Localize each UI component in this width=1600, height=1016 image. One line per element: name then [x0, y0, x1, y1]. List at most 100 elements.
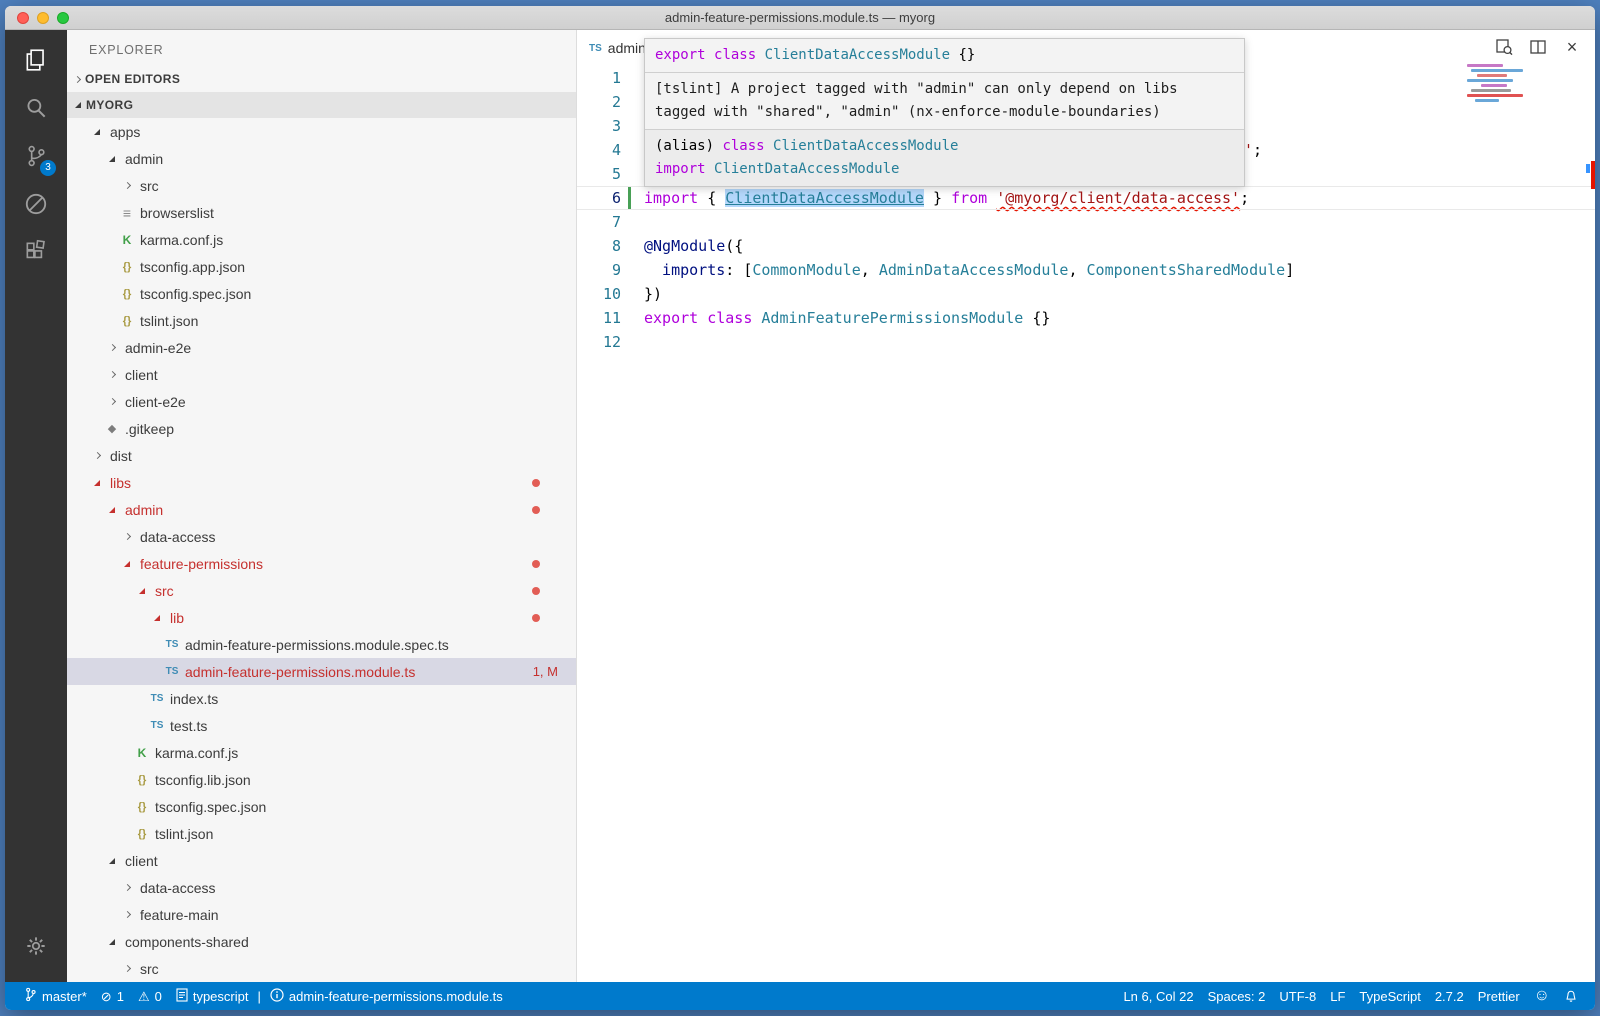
close-editor-icon[interactable]: × [1563, 38, 1581, 56]
twisty-icon [109, 858, 115, 864]
git-branch[interactable]: master* [17, 982, 94, 1010]
tree-item-src[interactable]: src [67, 955, 576, 982]
formatter[interactable]: Prettier [1471, 982, 1527, 1010]
list-file-icon: ≡ [120, 205, 134, 221]
active-file-status[interactable]: admin-feature-permissions.module.ts [263, 982, 510, 1010]
tree-item-data-access[interactable]: data-access [67, 523, 576, 550]
tree-item-admin-feature-permissions-module-ts[interactable]: TSadmin-feature-permissions.module.ts1, … [67, 658, 576, 685]
chevron-right-icon [120, 966, 134, 971]
tree-item-admin-e2e[interactable]: admin-e2e [67, 334, 576, 361]
tree-item-feature-permissions[interactable]: feature-permissions [67, 550, 576, 577]
tree-item-src[interactable]: src [67, 172, 576, 199]
error-count[interactable]: ⊘1 [94, 982, 131, 1010]
tree-item-client[interactable]: client [67, 847, 576, 874]
hover-message-line: tagged with "shared", "admin" (nx-enforc… [655, 101, 1234, 124]
workspace-root-section[interactable]: MYORG [67, 92, 576, 118]
warning-count[interactable]: ⚠0 [131, 982, 169, 1010]
eol[interactable]: LF [1323, 982, 1352, 1010]
line-content: }) [621, 282, 662, 306]
chevron-right-icon [105, 372, 119, 377]
twisty-icon [93, 452, 100, 459]
code-line[interactable]: 7 [577, 210, 1595, 234]
json-glyph: {} [138, 774, 147, 786]
json-glyph: {} [123, 288, 132, 300]
line-number: 4 [577, 138, 621, 162]
zoom-window-button[interactable] [57, 12, 69, 24]
traffic-lights [17, 12, 69, 24]
code-line[interactable]: 10}) [577, 282, 1595, 306]
close-window-button[interactable] [17, 12, 29, 24]
feedback-smiley-icon[interactable]: ☺ [1527, 982, 1557, 1010]
typescript-file-icon: TS [589, 43, 602, 54]
tree-item-browserslist[interactable]: ≡browserslist [67, 199, 576, 226]
code-line[interactable]: 6import { ClientDataAccessModule } from … [577, 186, 1595, 210]
source-control-icon[interactable]: 3 [12, 134, 60, 178]
titlebar: admin-feature-permissions.module.ts — my… [5, 6, 1595, 30]
twisty-icon [123, 884, 130, 891]
line-content: imports: [CommonModule, AdminDataAccessM… [621, 258, 1294, 282]
code-line[interactable]: 12 [577, 330, 1595, 354]
indentation[interactable]: Spaces: 2 [1201, 982, 1273, 1010]
notifications-bell-icon[interactable] [1557, 982, 1585, 1010]
tree-item-src[interactable]: src [67, 577, 576, 604]
tree-item-tsconfig-spec-json[interactable]: {}tsconfig.spec.json [67, 793, 576, 820]
tree-item-tsconfig-app-json[interactable]: {}tsconfig.app.json [67, 253, 576, 280]
tree-item-client[interactable]: client [67, 361, 576, 388]
modified-dot [532, 506, 540, 514]
language-mode[interactable]: TypeScript [1352, 982, 1427, 1010]
line-number: 7 [577, 210, 621, 234]
json-glyph: {} [123, 261, 132, 273]
tree-item-dist[interactable]: dist [67, 442, 576, 469]
status-bar: master*⊘1⚠0typescript|admin-feature-perm… [5, 982, 1595, 1010]
twisty-icon [123, 911, 130, 918]
tree-item-karma-conf-js[interactable]: Kkarma.conf.js [67, 226, 576, 253]
tree-item-client-e2e[interactable]: client-e2e [67, 388, 576, 415]
tree-item-label: apps [110, 124, 140, 140]
minimap[interactable] [1467, 64, 1533, 104]
line-content [621, 210, 644, 234]
debug-icon[interactable] [12, 182, 60, 226]
tree-item-data-access[interactable]: data-access [67, 874, 576, 901]
tree-item-test-ts[interactable]: TStest.ts [67, 712, 576, 739]
hover-tslint-message: [tslint] A project tagged with "admin" c… [645, 72, 1244, 129]
tree-item-tslint-json[interactable]: {}tslint.json [67, 820, 576, 847]
tree-item-admin[interactable]: admin [67, 496, 576, 523]
line-number: 6 [577, 186, 621, 210]
tree-item-apps[interactable]: apps [67, 118, 576, 145]
karma-file-icon: K [120, 233, 134, 247]
minimize-window-button[interactable] [37, 12, 49, 24]
code-token: from [951, 189, 996, 207]
tree-item-feature-main[interactable]: feature-main [67, 901, 576, 928]
code-line[interactable]: 8@NgModule({ [577, 234, 1595, 258]
tree-item-karma-conf-js[interactable]: Kkarma.conf.js [67, 739, 576, 766]
search-icon[interactable] [12, 86, 60, 130]
tree-item-tsconfig-lib-json[interactable]: {}tsconfig.lib.json [67, 766, 576, 793]
cursor-position[interactable]: Ln 6, Col 22 [1116, 982, 1200, 1010]
tree-item--gitkeep[interactable]: ◆.gitkeep [67, 415, 576, 442]
code-token: ' [1244, 141, 1253, 159]
encoding[interactable]: UTF-8 [1272, 982, 1323, 1010]
chevron-right-icon [74, 75, 81, 82]
tree-item-components-shared[interactable]: components-shared [67, 928, 576, 955]
git-glyph: ◆ [108, 422, 116, 435]
twisty-icon [109, 156, 115, 162]
typescript-status[interactable]: typescript [169, 982, 256, 1010]
twisty-icon [154, 615, 160, 621]
tree-item-admin[interactable]: admin [67, 145, 576, 172]
explorer-icon[interactable] [12, 38, 60, 82]
split-editor-icon[interactable] [1529, 38, 1547, 56]
open-preview-icon[interactable] [1495, 38, 1513, 56]
tree-item-libs[interactable]: libs [67, 469, 576, 496]
code-line[interactable]: 9 imports: [CommonModule, AdminDataAcces… [577, 258, 1595, 282]
settings-gear-icon[interactable] [12, 924, 60, 968]
extensions-icon[interactable] [12, 230, 60, 274]
tree-item-index-ts[interactable]: TSindex.ts [67, 685, 576, 712]
code-line[interactable]: 11export class AdminFeaturePermissionsMo… [577, 306, 1595, 330]
open-editors-section[interactable]: OPEN EDITORS [67, 66, 576, 92]
ts-version[interactable]: 2.7.2 [1428, 982, 1471, 1010]
tree-item-tslint-json[interactable]: {}tslint.json [67, 307, 576, 334]
code-token: import [644, 189, 707, 207]
tree-item-admin-feature-permissions-module-spec-ts[interactable]: TSadmin-feature-permissions.module.spec.… [67, 631, 576, 658]
tree-item-lib[interactable]: lib [67, 604, 576, 631]
tree-item-tsconfig-spec-json[interactable]: {}tsconfig.spec.json [67, 280, 576, 307]
